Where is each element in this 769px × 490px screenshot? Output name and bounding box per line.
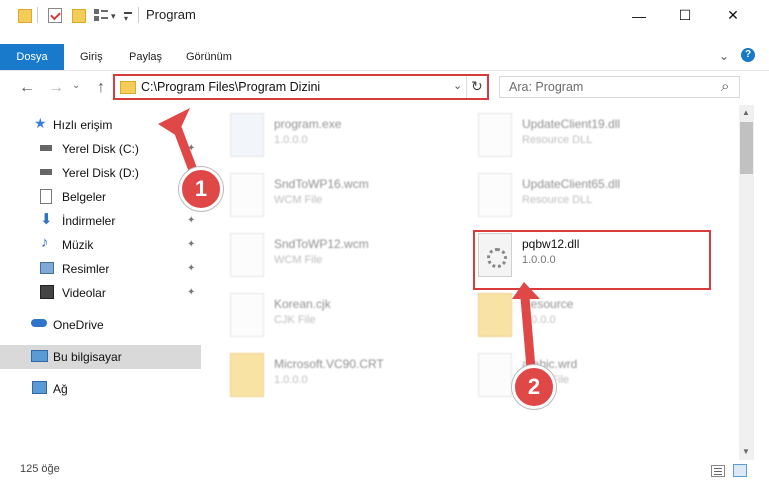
scroll-thumb[interactable] <box>740 122 753 174</box>
arrow-shaft-2 <box>520 293 536 373</box>
annotation-arrows <box>158 108 540 373</box>
callout-1: 1 <box>179 167 223 211</box>
details-view-icon[interactable] <box>711 465 725 477</box>
callout-2: 2 <box>512 365 556 409</box>
scroll-down-icon[interactable]: ▼ <box>742 447 750 456</box>
large-icons-view-icon[interactable] <box>733 464 747 477</box>
status-item-count: 125 öğe <box>20 463 60 475</box>
scroll-up-icon[interactable]: ▲ <box>742 108 750 117</box>
